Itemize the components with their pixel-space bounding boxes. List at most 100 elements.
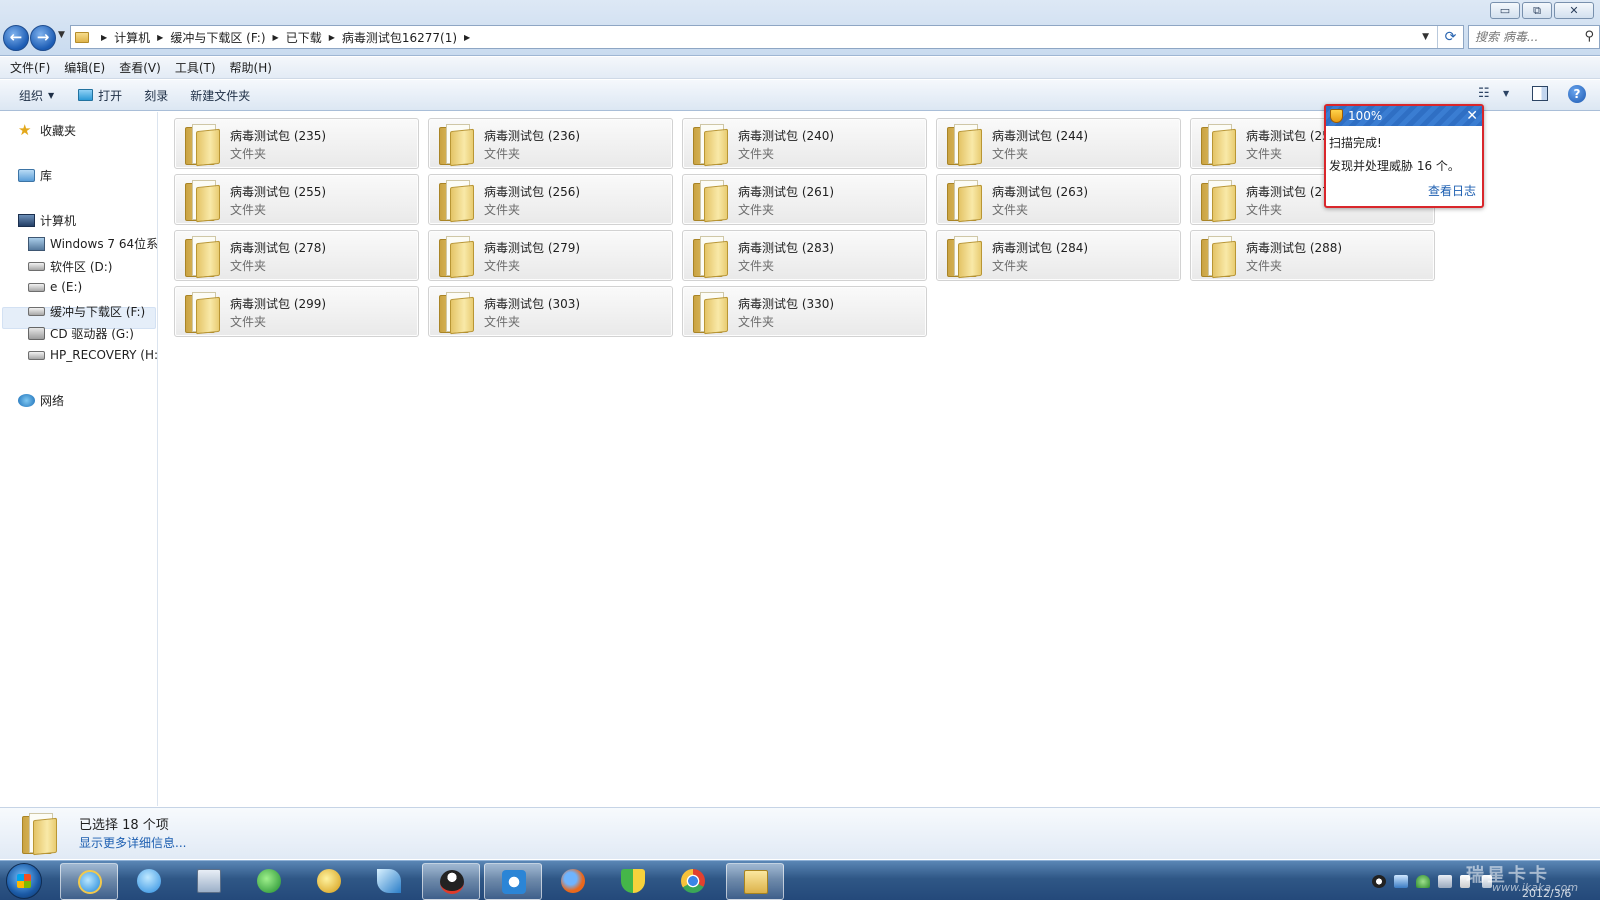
taskbar-player[interactable] [484,863,542,900]
taskbar-qq-messenger[interactable] [120,863,178,900]
breadcrumb-current-folder[interactable]: 病毒测试包16277(1) [342,29,457,46]
folder-item[interactable]: 病毒测试包 (288) 文件夹 [1190,230,1435,281]
network-tray-icon[interactable] [1394,875,1408,888]
library-icon [18,169,35,182]
menu-tools[interactable]: 工具(T) [168,59,223,76]
nav-drive-c[interactable]: Windows 7 64位系 [28,235,157,252]
nav-drive-d[interactable]: 软件区 (D:) [28,258,112,275]
folder-item[interactable]: 病毒测试包 (240) 文件夹 [682,118,927,169]
folder-item[interactable]: 病毒测试包 (278) 文件夹 [174,230,419,281]
restore-button[interactable]: ⧉ [1522,2,1552,19]
chevron-right-icon[interactable]: ▶ [157,33,163,42]
close-button[interactable]: ✕ [1554,2,1594,19]
burn-button[interactable]: 刻录 [135,83,177,107]
folder-item[interactable]: 病毒测试包 (330) 文件夹 [682,286,927,337]
back-button[interactable]: ← [3,25,29,51]
change-view-icon[interactable]: ☷ [1478,86,1490,101]
view-log-link[interactable]: 查看日志 [1428,182,1476,199]
monitor-tray-icon[interactable] [1438,875,1452,888]
folder-item[interactable]: 病毒测试包 (283) 文件夹 [682,230,927,281]
folder-item[interactable]: 病毒测试包 (303) 文件夹 [428,286,673,337]
chevron-right-icon[interactable]: ▶ [101,33,107,42]
folder-icon [437,291,477,335]
folder-item[interactable]: 病毒测试包 (279) 文件夹 [428,230,673,281]
nav-drive-f[interactable]: 缓冲与下载区 (F:) [28,303,145,320]
open-button[interactable]: 打开 [69,83,131,107]
folder-icon [183,291,223,335]
folder-item[interactable]: 病毒测试包 (255) 文件夹 [174,174,419,225]
organize-button[interactable]: 组织 ▼ [10,83,63,107]
nav-libraries-label: 库 [40,169,53,183]
folder-name: 病毒测试包 (330) [738,297,835,311]
shield-icon [1330,109,1343,123]
folder-icon [75,31,89,43]
taskbar-bird-app[interactable] [360,863,418,900]
start-button[interactable] [6,863,42,899]
folder-item[interactable]: 病毒测试包 (235) 文件夹 [174,118,419,169]
taskbar-qq[interactable] [422,863,480,900]
caret-down-icon[interactable]: ▼ [1503,89,1509,98]
folder-type: 文件夹 [992,203,1029,217]
breadcrumb-drive-f[interactable]: 缓冲与下载区 (F:) [170,29,265,46]
help-icon[interactable]: ? [1568,85,1586,103]
menu-edit[interactable]: 编辑(E) [57,59,112,76]
folder-item[interactable]: 病毒测试包 (284) 文件夹 [936,230,1181,281]
menu-view[interactable]: 查看(V) [112,59,168,76]
taskbar-explorer[interactable] [726,863,784,900]
close-icon[interactable]: ✕ [1466,107,1478,125]
nav-drive-e[interactable]: e (E:) [28,280,82,294]
folder-item[interactable]: 病毒测试包 (263) 文件夹 [936,174,1181,225]
taskbar-security[interactable] [604,863,662,900]
show-more-details-link[interactable]: 显示更多详细信息... [79,834,186,851]
preview-pane-icon[interactable] [1532,86,1548,101]
forward-button[interactable]: → [30,25,56,51]
folder-icon [183,123,223,167]
menu-help[interactable]: 帮助(H) [223,59,279,76]
qq-tray-icon[interactable] [1372,875,1386,888]
taskbar-firefox[interactable] [544,863,602,900]
folder-item[interactable]: 病毒测试包 (299) 文件夹 [174,286,419,337]
minimize-button[interactable]: ▭ [1490,2,1520,19]
chevron-right-icon[interactable]: ▶ [329,33,335,42]
umbrella-tray-icon[interactable] [1416,875,1430,888]
taskbar-ie[interactable] [60,863,118,900]
taskbar-media[interactable] [300,863,358,900]
new-folder-button[interactable]: 新建文件夹 [181,83,259,107]
folder-type: 文件夹 [230,147,267,161]
calculator-icon [197,869,221,893]
nav-drive-h[interactable]: HP_RECOVERY (H:) [28,348,158,362]
search-box[interactable]: ⚲ [1468,25,1600,49]
taskbar-chrome[interactable] [664,863,722,900]
folder-name: 病毒测试包 (278) [230,241,327,255]
folder-item[interactable]: 病毒测试包 (261) 文件夹 [682,174,927,225]
recent-pages-dropdown[interactable]: ▼ [58,30,65,40]
breadcrumb-downloads[interactable]: 已下载 [286,29,322,46]
nav-drive-g[interactable]: CD 驱动器 (G:) [28,325,134,342]
folder-name: 病毒测试包 (299) [230,297,327,311]
address-history-dropdown[interactable]: ▼ [1422,32,1429,42]
chevron-right-icon[interactable]: ▶ [464,33,470,42]
search-input[interactable] [1475,26,1575,48]
refresh-button[interactable]: ⟳ [1437,26,1463,48]
folder-item[interactable]: 病毒测试包 (244) 文件夹 [936,118,1181,169]
details-pane: 已选择 18 个项 显示更多详细信息... [0,807,1600,859]
explorer-folder-icon [744,870,768,894]
search-icon[interactable]: ⚲ [1584,29,1594,44]
menu-file[interactable]: 文件(F) [3,59,57,76]
nav-drive-label: HP_RECOVERY (H:) [50,348,158,362]
nav-computer[interactable]: 计算机 [18,212,76,229]
folder-icon [691,291,731,335]
chevron-right-icon[interactable]: ▶ [273,33,279,42]
nav-libraries[interactable]: 库 [18,167,52,184]
taskbar-calculator[interactable] [180,863,238,900]
menu-bar: 文件(F) 编辑(E) 查看(V) 工具(T) 帮助(H) [0,57,1600,79]
folder-item[interactable]: 病毒测试包 (236) 文件夹 [428,118,673,169]
nav-favorites[interactable]: ★ 收藏夹 [18,121,76,139]
address-bar[interactable]: ▶ 计算机 ▶ 缓冲与下载区 (F:) ▶ 已下载 ▶ 病毒测试包16277(1… [70,25,1464,49]
arrow-right-icon: → [36,28,50,46]
folder-item[interactable]: 病毒测试包 (256) 文件夹 [428,174,673,225]
clock-date[interactable]: 2012/3/6 [1522,887,1571,900]
taskbar-downloader[interactable] [240,863,298,900]
breadcrumb-computer[interactable]: 计算机 [114,29,150,46]
nav-network[interactable]: 网络 [18,392,64,409]
